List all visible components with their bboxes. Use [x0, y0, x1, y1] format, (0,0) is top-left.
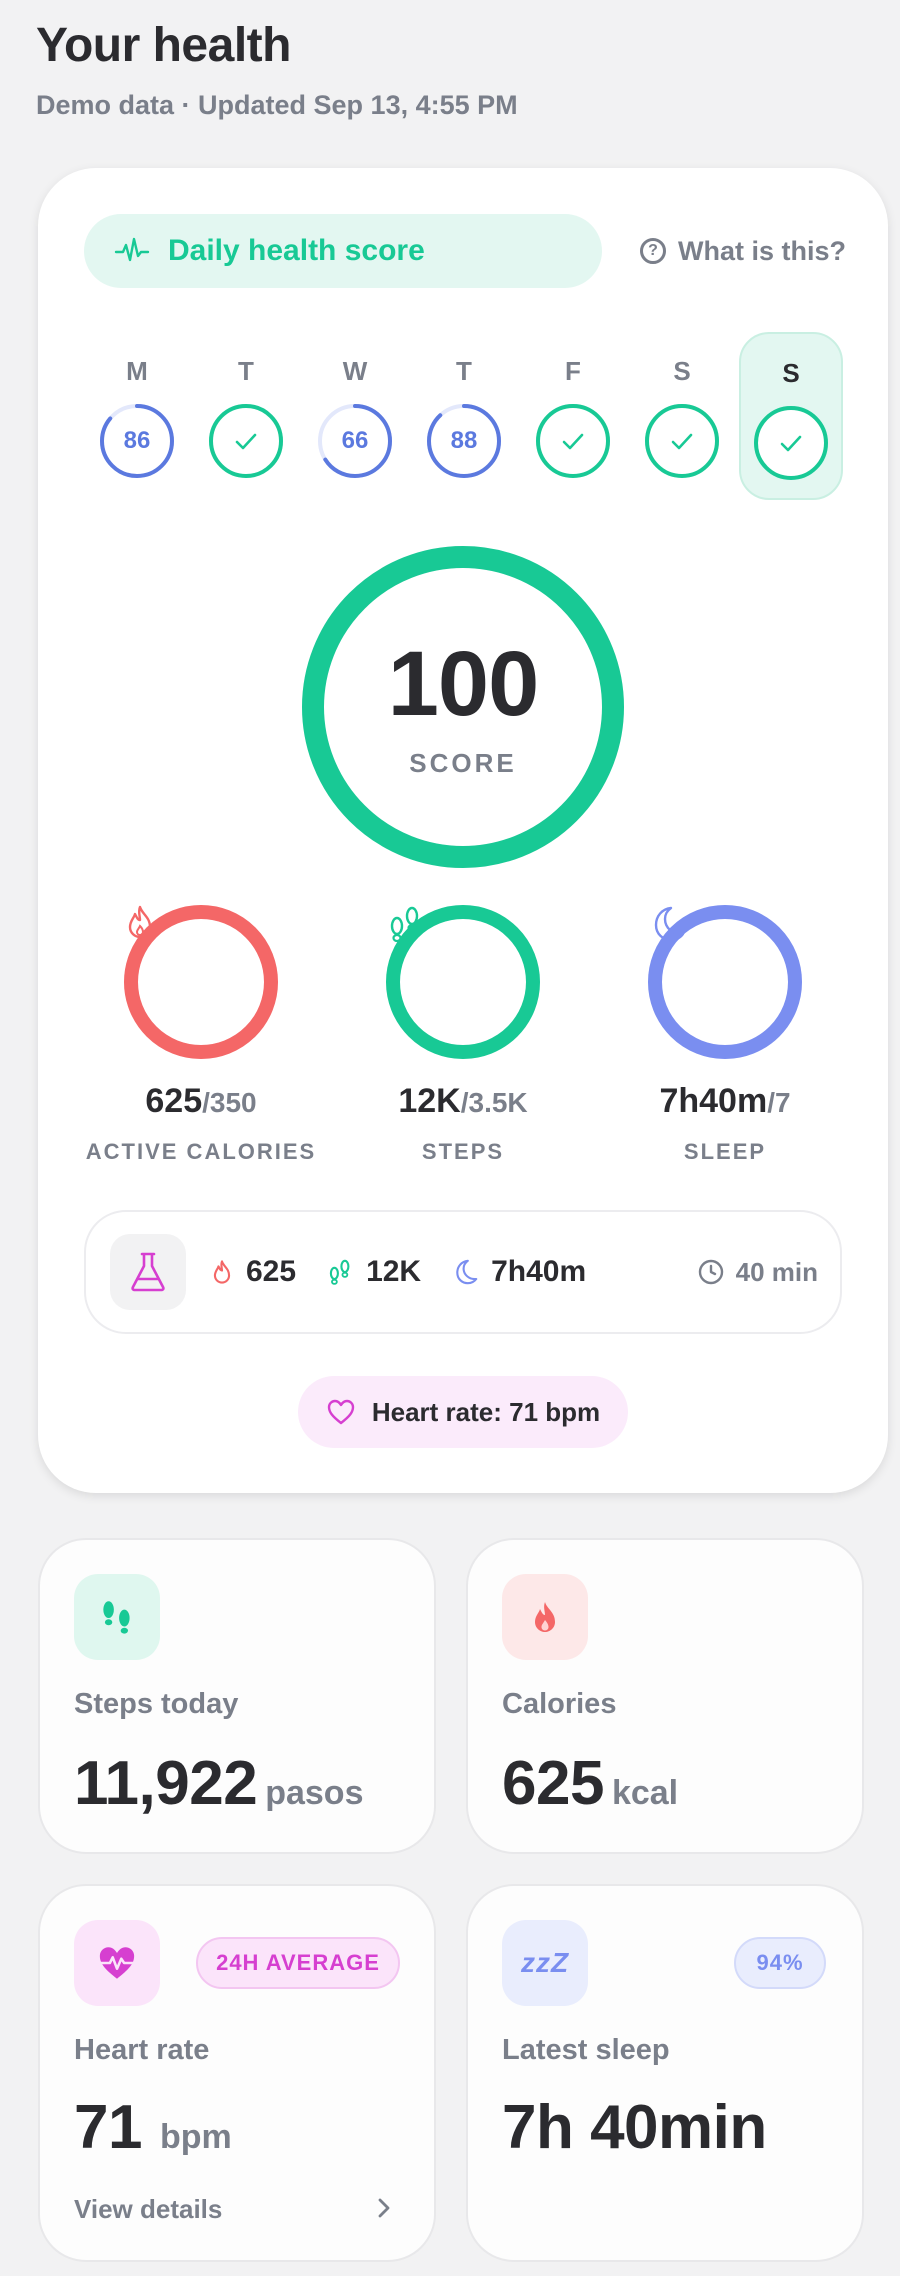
check-icon [562, 433, 584, 450]
day-score-value: 66 [341, 427, 369, 454]
latest-sleep-title: Latest sleep [502, 2034, 670, 2066]
heart-rate-tile-value: 71 bpm [74, 2093, 232, 2162]
day-letter: T [456, 356, 472, 386]
day-ring: 66 [316, 402, 394, 480]
chevron-right-icon[interactable] [372, 2194, 396, 2222]
day-score-value: 88 [450, 427, 478, 454]
summary-sleep: 7h40m [451, 1255, 586, 1289]
day-ring [207, 402, 285, 480]
heart-pulse-icon [99, 1947, 135, 1979]
heart-rate-title: Heart rate [74, 2034, 210, 2066]
metric-active-calories[interactable]: 625/350 ACTIVE CALORIES [71, 904, 331, 1165]
day-letter: T [238, 356, 254, 386]
day-3[interactable]: T 88 [414, 330, 514, 480]
day-score-value: 86 [123, 427, 151, 454]
metric-steps[interactable]: 12K/3.5K STEPS [333, 904, 593, 1165]
daily-health-score-label: Daily health score [168, 234, 425, 267]
sleep-quality-badge: 94% [734, 1937, 826, 1989]
steps-value: 12K/3.5K [398, 1082, 528, 1120]
what-is-this-label: What is this? [678, 235, 846, 266]
day-0[interactable]: M 86 [87, 330, 187, 480]
calories-label: ACTIVE CALORIES [85, 1139, 317, 1164]
footprints-icon [390, 906, 419, 943]
footprints-icon [329, 1259, 350, 1285]
flame-icon [535, 1602, 555, 1632]
summary-steps-value: 12K [366, 1255, 422, 1288]
summary-steps: 12K [326, 1255, 421, 1289]
calories-unit: kcal [611, 1774, 679, 1812]
summary-calories: 625 [210, 1255, 296, 1289]
calories-title: Calories [502, 1688, 617, 1720]
daily-health-score-pill: Daily health score [84, 214, 602, 288]
day-1[interactable]: T [196, 330, 296, 480]
heart-rate-pill[interactable]: Heart rate: 71 bpm [298, 1376, 628, 1448]
day-ring [643, 402, 721, 480]
steps-label: STEPS [421, 1139, 505, 1164]
steps-goal: /3.5K [460, 1087, 528, 1118]
heart-tile-icon [74, 1920, 160, 2006]
zzz-icon: zzZ [520, 1947, 570, 1978]
activity-summary-strip[interactable]: 625 12K 7h40m 40 min [84, 1210, 842, 1334]
page-subtitle: Demo data · Updated Sep 13, 4:55 PM [36, 90, 518, 120]
day-letter: W [342, 356, 368, 386]
summary-duration: 40 min [698, 1212, 818, 1332]
day-6[interactable]: S [741, 332, 841, 482]
pulse-icon [114, 237, 150, 262]
help-icon: ? [640, 238, 666, 264]
score-value: 100 [387, 633, 540, 735]
page-title: Your health [36, 19, 291, 72]
day-ring [752, 404, 830, 482]
day-4[interactable]: F [523, 330, 623, 480]
footprints-icon [103, 1601, 130, 1634]
day-letter: S [782, 358, 800, 388]
summary-duration-value: 40 min [735, 1256, 818, 1287]
calories-tile-icon [502, 1574, 588, 1660]
day-2[interactable]: W 66 [305, 330, 405, 480]
flask-icon [131, 1252, 165, 1292]
check-icon [235, 433, 257, 450]
sleep-label: SLEEP [683, 1139, 767, 1164]
summary-calories-value: 625 [246, 1255, 297, 1288]
score-label: SCORE [409, 748, 517, 778]
summary-sleep-value: 7h40m [491, 1255, 587, 1288]
day-ring: 86 [98, 402, 176, 480]
lab-button[interactable] [110, 1234, 186, 1310]
day-5[interactable]: S [632, 330, 732, 480]
check-icon [671, 433, 693, 450]
sleep-value: 7h40m/7 [659, 1082, 791, 1120]
steps-today-value: 11,922 pasos [74, 1749, 364, 1818]
day-letter: S [673, 356, 691, 386]
moon-icon [654, 906, 685, 942]
steps-today-unit: pasos [265, 1774, 364, 1812]
calories-goal: /350 [202, 1087, 257, 1118]
view-details-link[interactable]: View details [74, 2194, 222, 2225]
check-icon [780, 435, 802, 452]
heart-icon [327, 1399, 355, 1425]
flame-icon [213, 1260, 231, 1284]
clock-icon [698, 1259, 723, 1285]
steps-tile-icon [74, 1574, 160, 1660]
day-letter: F [565, 356, 581, 386]
heart-rate-unit: bpm [159, 2118, 232, 2156]
average-badge: 24H AVERAGE [196, 1937, 400, 1989]
calories-value: 625/350 [145, 1082, 257, 1120]
day-ring [534, 402, 612, 480]
metric-sleep[interactable]: 7h40m/7 SLEEP [595, 904, 855, 1165]
heart-rate-pill-text: Heart rate: 71 bpm [371, 1396, 601, 1427]
moon-icon [456, 1259, 478, 1285]
steps-today-title: Steps today [74, 1688, 239, 1720]
calories-tile-value: 625 kcal [502, 1749, 679, 1818]
flame-icon [128, 905, 152, 939]
sleep-tile-icon: zzZ [502, 1920, 588, 2006]
sleep-goal: /7 [767, 1087, 791, 1118]
latest-sleep-value: 7h 40min [502, 2093, 767, 2162]
day-letter: M [126, 356, 148, 386]
day-ring: 88 [425, 402, 503, 480]
what-is-this-button[interactable]: ? What is this? [640, 233, 846, 269]
